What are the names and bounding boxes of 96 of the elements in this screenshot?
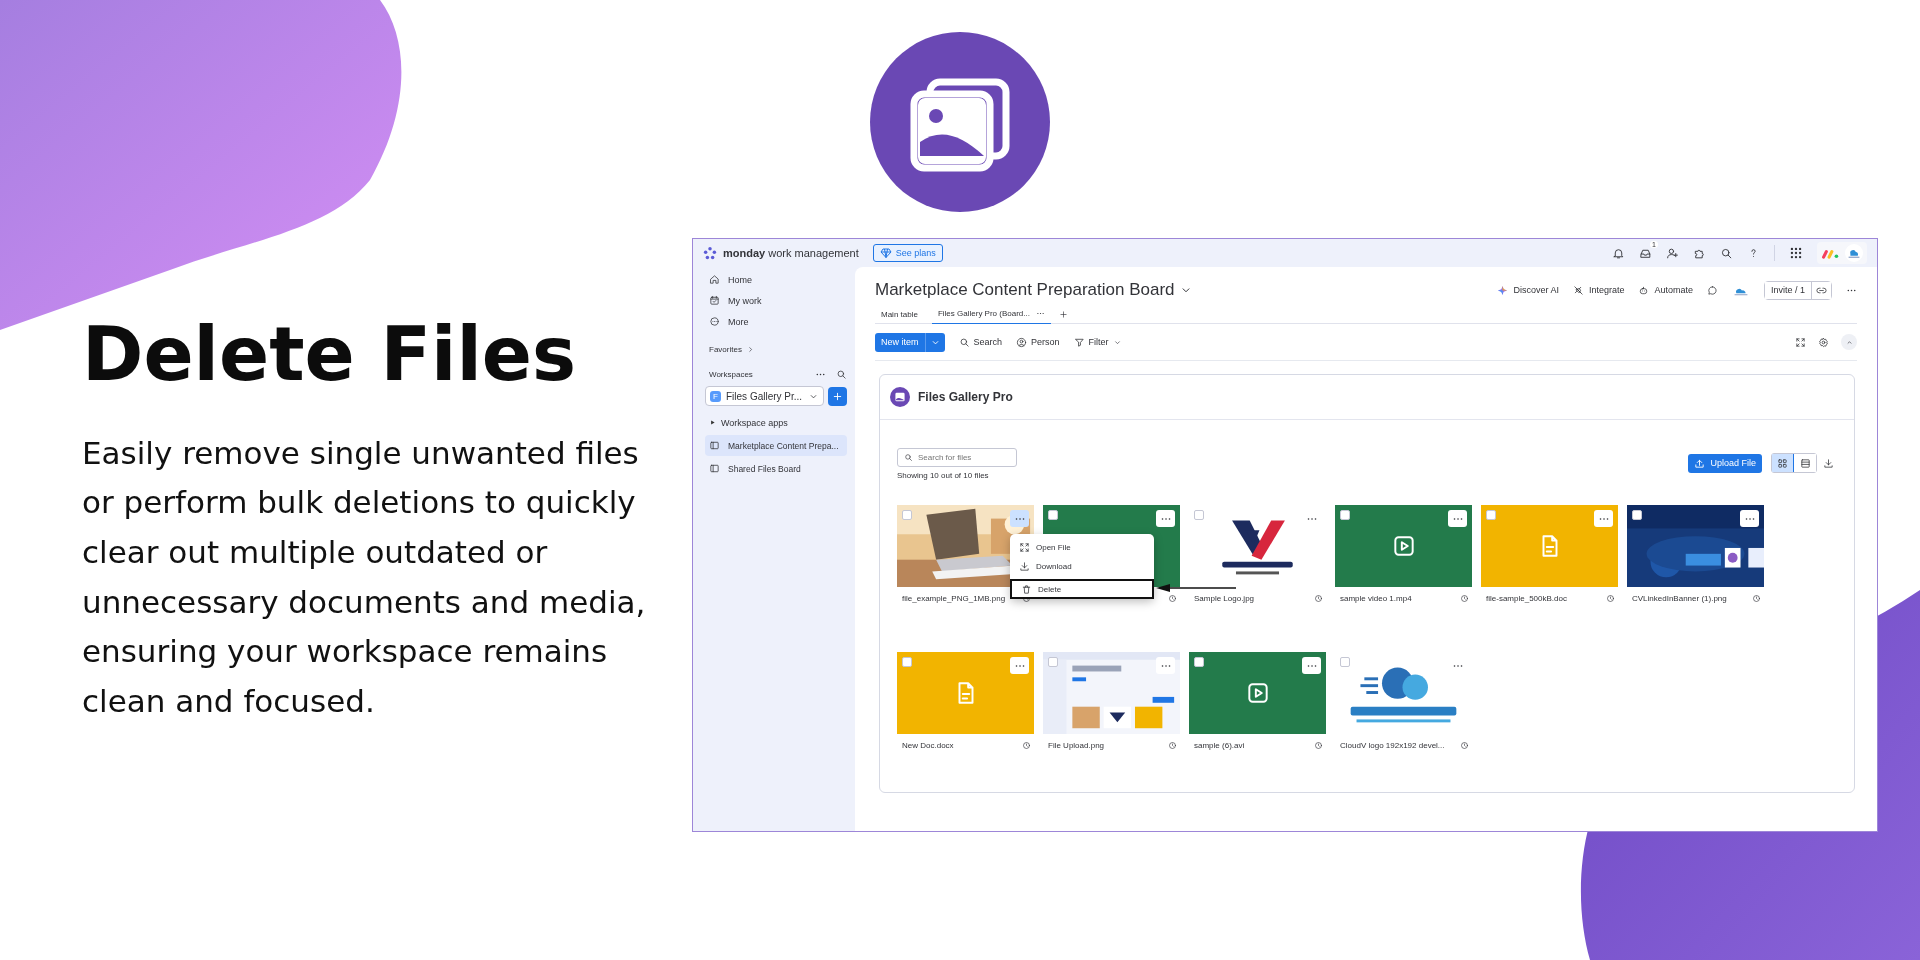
download-icon (1019, 561, 1030, 572)
board-item[interactable]: Shared Files Board (705, 458, 847, 479)
checkbox[interactable] (1632, 510, 1642, 520)
file-name: CloudV logo 192x192 devel... (1340, 740, 1445, 750)
search-icon (958, 336, 970, 348)
filter-icon (1073, 336, 1085, 348)
robot-icon (1638, 284, 1650, 296)
plus-icon (832, 390, 843, 402)
description-text: Easily remove single unwanted files or perform bulk deletions to quickly clear out multiple outdated or unnecessary documents and media, ensuring your workspace remains clean and focused. (82, 433, 647, 721)
more-button[interactable] (1448, 510, 1467, 527)
checkbox[interactable] (1048, 510, 1058, 520)
file-name: sample (6).avi (1194, 740, 1245, 750)
checkbox[interactable] (902, 657, 912, 667)
chat-icon[interactable] (1706, 284, 1718, 296)
add-button[interactable] (828, 386, 847, 406)
menu-item[interactable]: Open File (1010, 538, 1154, 557)
toolbar-action[interactable]: Discover AI (1497, 284, 1559, 296)
board-item[interactable]: Marketplace Content Prepa... (705, 435, 847, 456)
toolbar-action[interactable]: Search (958, 336, 1003, 348)
home-icon (709, 274, 720, 285)
more-button[interactable] (1010, 657, 1029, 674)
expand-icon (1019, 542, 1030, 553)
gallery-app-icon (890, 387, 910, 407)
more-button[interactable] (1156, 657, 1175, 674)
file-name: Sample Logo.jpg (1194, 593, 1255, 603)
settings-icon[interactable] (1818, 336, 1829, 348)
more-button[interactable] (1010, 510, 1029, 527)
board-title: Marketplace Content Preparation Board (875, 280, 1175, 300)
file-name: file-sample_500kB.doc (1486, 593, 1567, 603)
search-icon (904, 453, 913, 462)
view-tab[interactable]: Files Gallery Pro (Board... (931, 304, 1051, 324)
logo-icon (703, 246, 717, 260)
more-icon (709, 316, 720, 327)
checkbox[interactable] (1486, 510, 1496, 520)
person-icon (1016, 336, 1028, 348)
logo-icon (1821, 247, 1839, 259)
add-tab-icon[interactable] (1058, 309, 1068, 319)
upload-icon (1694, 457, 1706, 469)
file-name: sample video 1.mp4 (1340, 593, 1412, 603)
grid-icon (1777, 457, 1788, 469)
file-name: File Upload.png (1048, 740, 1105, 750)
panel-title: Files Gallery Pro (918, 390, 1013, 404)
toolbar-action[interactable]: Automate (1638, 284, 1693, 296)
checkbox[interactable] (1194, 510, 1204, 520)
upload-button[interactable]: Upload File (1688, 453, 1762, 473)
view-tab[interactable]: Main table (875, 305, 924, 323)
checkbox[interactable] (902, 510, 912, 520)
workspace-dropdown[interactable]: F Files Gallery Pr... (705, 386, 824, 406)
plug-icon (1572, 284, 1584, 296)
trash-icon (1021, 583, 1032, 595)
gallery-app-icon (870, 32, 1050, 212)
apps-grid-icon[interactable] (1789, 246, 1803, 260)
fullscreen-icon[interactable] (1795, 336, 1806, 348)
download-icon[interactable] (1823, 457, 1834, 469)
board-icon (709, 440, 720, 451)
toolbar-action[interactable]: Integrate (1572, 284, 1625, 296)
brand-name: monday work management (723, 247, 859, 259)
sidebar-item[interactable]: Home (705, 269, 847, 290)
diamond-icon (879, 247, 892, 259)
checkbox[interactable] (1048, 657, 1058, 667)
calendar-icon (709, 295, 720, 306)
file-name: file_example_PNG_1MB.png (902, 593, 1006, 603)
avatar-icon (1845, 244, 1863, 262)
toolbar-action[interactable]: Person (1016, 336, 1060, 348)
checkbox[interactable] (1194, 657, 1204, 667)
file-name: CVLinkedInBanner (1).png (1632, 593, 1727, 603)
menu-item[interactable]: Download (1010, 557, 1154, 576)
triangle-icon (709, 419, 716, 426)
file-name: New Doc.docx (902, 740, 954, 750)
search-icon[interactable] (836, 368, 847, 380)
workspaces-header: Workspaces (709, 369, 753, 379)
menu-item[interactable]: Delete (1010, 579, 1154, 599)
more-button[interactable] (1156, 510, 1175, 527)
headline: Delete Files (82, 310, 577, 399)
sparkle-icon (1497, 284, 1509, 296)
copy-link-button[interactable] (1811, 281, 1831, 299)
toolbar-action[interactable]: Filter (1073, 336, 1122, 348)
board-icon (709, 463, 720, 474)
checkbox[interactable] (1340, 510, 1350, 520)
see-plans-button[interactable]: See plans (872, 244, 943, 262)
workspace-apps-item[interactable]: Workspace apps (705, 412, 847, 433)
bell-icon[interactable] (1612, 246, 1625, 260)
favorites-header[interactable]: Favorites (709, 340, 847, 358)
file-count-text: Showing 10 out of 10 files (897, 471, 990, 480)
more-button[interactable] (1740, 510, 1759, 527)
checkbox[interactable] (1340, 657, 1350, 667)
list-icon (1799, 457, 1811, 469)
account-area[interactable] (1817, 242, 1867, 264)
more-button[interactable] (1594, 510, 1613, 527)
add-person-icon[interactable] (1666, 246, 1679, 260)
sidebar-item[interactable]: More (705, 311, 847, 332)
grid-view-button[interactable] (1772, 454, 1794, 472)
search-field[interactable]: Search for files (897, 448, 1017, 467)
sidebar-item[interactable]: My work (705, 290, 847, 311)
more-button[interactable] (1302, 657, 1321, 674)
search-icon[interactable] (1720, 246, 1733, 260)
